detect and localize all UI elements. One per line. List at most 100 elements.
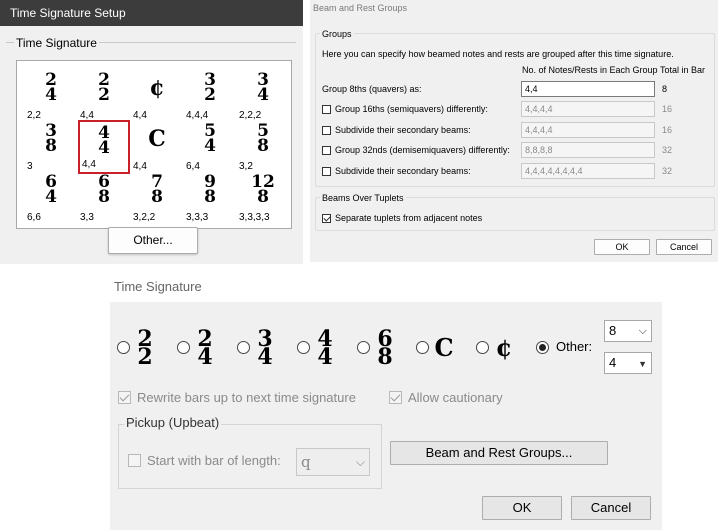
triangle-down-icon: ▼ [638,359,647,369]
time-signature-bottom: 8 [204,187,216,207]
separate-tuplets-checkbox[interactable] [322,213,331,223]
beam-row-label[interactable]: Subdivide their secondary beams: [322,166,471,178]
beam-row-checkbox[interactable] [322,166,331,176]
time-signature-option[interactable]: 383 [25,120,77,174]
time-signature-glyph: 34 [237,72,289,105]
beam-group-input[interactable]: 4,4,4,4 [521,122,655,138]
time-signature-option[interactable]: 3 4 2,2,2 [237,69,289,123]
other-label: Other: [556,339,593,354]
beam-row-checkbox[interactable] [322,125,331,135]
column-notes-header: No. of Notes/Rests in Each Group [522,65,658,75]
beam-grouping-label: 3,3 [80,212,94,223]
time-signature-bottom: 4 [257,85,269,105]
beam-ok-button[interactable]: OK [594,239,650,255]
time-signature-glyph: C [131,124,183,154]
beam-grouping-label: 3,3,3 [186,212,209,223]
time-signature-symbol: ¢ [149,75,165,101]
beam-group-input[interactable]: 4,4 [521,81,655,97]
time-signature-bottom: 8 [377,344,393,370]
beam-row-label[interactable]: Subdivide their secondary beams: [322,125,471,137]
time-signature-bottom: 8 [151,187,163,207]
allow-cautionary-option[interactable]: Allow cautionary [389,390,503,405]
time-signature-glyph: 22 [78,72,130,105]
ok-button[interactable]: OK [482,496,562,520]
total-in-bar: 8 [662,84,668,94]
time-signature-glyph: ¢ [131,73,183,103]
other-bottom-select[interactable]: 4 ▼ [604,352,652,374]
time-signature-option[interactable]: ¢ 4,4 [131,69,183,123]
time-signature-radio[interactable] [237,341,250,354]
time-signature-bottom: 2 [98,85,110,105]
time-signature-option[interactable]: C 4,4 [131,120,183,174]
pickup-checkbox[interactable] [128,454,141,467]
total-in-bar: 32 [662,145,673,155]
time-signature-bottom: 4 [317,344,333,370]
beam-row-label[interactable]: Group 32nds (demisemiquavers) differentl… [322,145,510,157]
beam-and-rest-groups-dialog: Beam and Rest Groups Groups Here you can… [310,0,718,262]
time-signature-option[interactable]: 6 8 3,3 [78,171,130,225]
time-signature-option[interactable]: 2 2 4,4 [78,69,130,123]
time-signature-bottom: 2 [204,85,216,105]
time-signature-group-label: Time Signature [14,36,99,50]
time-signature-glyph: 38 [25,123,77,155]
time-signature-option[interactable]: 5 8 3,2 [237,120,289,174]
beam-dialog-title: Beam and Rest Groups [313,3,408,13]
time-signature-bottom: 4 [257,344,273,370]
time-signature-bottom: 8 [257,136,269,156]
time-signature-bottom: 8 [98,187,110,207]
time-signature-option[interactable]: 4 4 4,4 [78,120,130,174]
rewrite-bars-option[interactable]: Rewrite bars up to next time signature [118,390,356,405]
groups-description: Here you can specify how beamed notes an… [322,49,674,59]
time-signature-radio[interactable] [357,341,370,354]
time-signature-option[interactable]: 9 8 3,3,3 [184,171,236,225]
beam-row-checkbox[interactable] [322,104,331,114]
total-in-bar: 32 [662,166,673,176]
beam-and-rest-groups-button[interactable]: Beam and Rest Groups... [390,441,608,465]
beam-cancel-button[interactable]: Cancel [656,239,712,255]
time-signature-radio[interactable] [416,341,429,354]
time-signature-bottom: 8 [257,187,269,207]
time-signature-radio[interactable] [177,341,190,354]
rewrite-bars-checkbox[interactable] [118,391,131,404]
cancel-button[interactable]: Cancel [571,496,651,520]
time-signature-option[interactable]: 2 4 2,2 [25,69,77,123]
time-signature-glyph: 64 [25,174,77,206]
time-signature-radio[interactable] [117,341,130,354]
separate-tuplets-option[interactable]: Separate tuplets from adjacent notes [322,213,482,225]
beam-row-checkbox[interactable] [322,145,331,155]
allow-cautionary-checkbox[interactable] [389,391,402,404]
other-top-select[interactable]: 8 ⌵ [604,320,652,342]
time-signature-glyph: 44 [314,328,336,370]
time-signature-setup-dialog: Time Signature Setup Time Signature 2 4 2,… [0,0,303,264]
time-signature-bottom: 4 [197,344,213,370]
time-signature-radio[interactable] [476,341,489,354]
beam-grouping-label: 3,3,3,3 [239,212,270,223]
beam-group-input[interactable]: 8,8,8,8 [521,142,655,158]
tuplets-label: Beams Over Tuplets [320,193,406,203]
time-signature-bottom: 4 [45,85,57,105]
time-signature-glyph: C [434,333,454,362]
time-signature-glyph: 22 [134,328,156,368]
time-signature-glyph: 78 [131,174,183,207]
ts-dialog-title: Time Signature [114,279,202,294]
time-signature-bottom: 4 [98,138,110,158]
time-signature-option[interactable]: 3 2 4,4,4 [184,69,236,123]
time-signature-radio[interactable] [297,341,310,354]
time-signature-glyph: 68 [374,328,396,370]
time-signature-option[interactable]: 12 8 3,3,3,3 [237,171,289,225]
time-signature-option[interactable]: 6 4 6,6 [25,171,77,225]
beam-row-label: Group 8ths (quavers) as: [322,84,422,94]
other-button[interactable]: Other... [108,227,198,254]
column-total-header: Total in Bar [660,65,706,75]
beam-row-label[interactable]: Group 16ths (semiquavers) differently: [322,104,488,116]
beam-group-input[interactable]: 4,4,4,4 [521,101,655,117]
beam-group-input[interactable]: 4,4,4,4,4,4,4,4 [521,163,655,179]
time-signature-option[interactable]: 7 8 3,2,2 [131,171,183,225]
other-radio[interactable] [536,341,549,354]
time-signature-glyph: 12 8 [237,174,289,207]
time-signature-option[interactable]: 5 4 6,4 [184,120,236,174]
pickup-option[interactable]: Start with bar of length: [128,453,281,468]
pickup-length-select[interactable]: q ⌵ [296,448,370,476]
time-signature-glyph: 32 [184,72,236,105]
time-signature-glyph: 24 [194,328,216,370]
